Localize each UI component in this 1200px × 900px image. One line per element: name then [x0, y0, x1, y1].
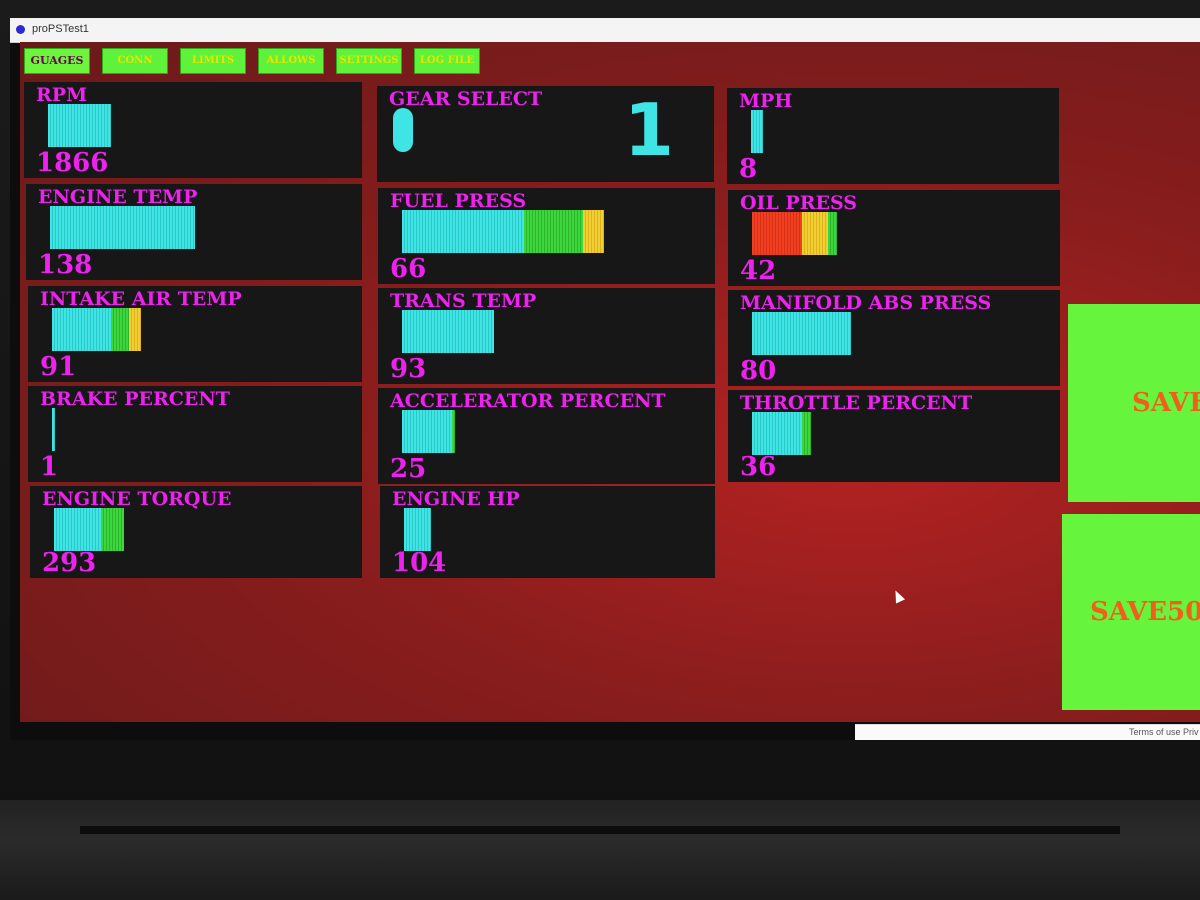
gauge-value: 93	[390, 354, 427, 384]
bar-segment-green	[452, 410, 455, 453]
gauge-label: ENGINE HP	[392, 488, 520, 510]
bar-segment-yellow	[129, 308, 141, 351]
gauge-bar	[54, 508, 124, 551]
bar-segment-cyan	[52, 308, 111, 351]
gauge-accelerator-percent: ACCELERATOR PERCENT 25	[378, 388, 715, 484]
bar-segment-cyan	[752, 312, 851, 355]
gauge-bar	[752, 212, 837, 255]
bar-segment-yellow	[583, 210, 604, 253]
gauge-mph: MPH 8	[727, 88, 1059, 184]
gear-indicator	[393, 108, 413, 152]
gauge-label: FUEL PRESS	[390, 190, 527, 212]
bar-segment-cyan	[52, 408, 55, 451]
gauge-bar	[402, 410, 455, 453]
gauge-bar	[752, 412, 811, 455]
gauge-value: 36	[740, 452, 777, 482]
privacy-link[interactable]: Priv	[1183, 727, 1199, 737]
gauge-label: ACCELERATOR PERCENT	[390, 390, 666, 412]
gauge-label: TRANS TEMP	[390, 290, 537, 312]
bar-segment-yellow	[802, 212, 828, 255]
app-window: proPSTest1 GUAGES CONN LIMITS ALLOWS SET…	[10, 18, 1200, 740]
laptop-base	[0, 800, 1200, 900]
gauge-value: 66	[390, 254, 427, 284]
gauge-label: THROTTLE PERCENT	[740, 392, 973, 414]
bar-segment-red	[752, 212, 802, 255]
gauge-intake-air-temp: INTAKE AIR TEMP 91	[28, 286, 362, 382]
gauge-label: ENGINE TORQUE	[42, 488, 232, 510]
gauge-rpm: RPM 1866	[24, 82, 362, 178]
tab-settings[interactable]: SETTINGS	[336, 48, 402, 74]
laptop-hinge	[80, 826, 1120, 834]
gauge-label: BRAKE PERCENT	[40, 388, 230, 410]
gauge-bar	[48, 104, 111, 147]
bar-segment-cyan	[54, 508, 101, 551]
terms-link[interactable]: Terms of use	[1129, 727, 1181, 737]
bar-segment-green	[828, 212, 837, 255]
gauge-manifold-abs-press: MANIFOLD ABS PRESS 80	[728, 290, 1060, 386]
bar-segment-cyan	[402, 310, 494, 353]
bar-segment-green	[802, 412, 811, 455]
gauge-label: ENGINE TEMP	[38, 186, 198, 208]
app-icon	[16, 25, 25, 34]
gauge-throttle-percent: THROTTLE PERCENT 36	[728, 390, 1060, 482]
gauge-brake-percent: BRAKE PERCENT 1	[28, 386, 362, 482]
gauge-label: MPH	[739, 90, 793, 112]
gauge-label: RPM	[36, 84, 88, 106]
gauge-engine-torque: ENGINE TORQUE 293	[30, 486, 362, 578]
gauge-engine-hp: ENGINE HP 104	[380, 486, 715, 578]
gear-value: 1	[623, 88, 674, 172]
gauge-value: 1	[40, 452, 59, 482]
gauge-value: 1866	[36, 148, 109, 178]
gauge-bar	[752, 312, 851, 355]
browser-footer: Terms of use Priv	[855, 724, 1200, 740]
gauge-value: 138	[38, 250, 93, 280]
tab-guages[interactable]: GUAGES	[24, 48, 90, 74]
gauge-fuel-press: FUEL PRESS 66	[378, 188, 715, 284]
gauge-bar	[402, 210, 604, 253]
gauge-value: 293	[42, 548, 97, 578]
gauge-value: 80	[740, 356, 777, 386]
gauge-bar	[404, 508, 431, 551]
title-bar: proPSTest1	[10, 18, 1200, 43]
gauge-value: 104	[392, 548, 447, 578]
tab-conn[interactable]: CONN	[102, 48, 168, 74]
window-title: proPSTest1	[32, 23, 89, 35]
gauge-bar	[402, 310, 494, 353]
gauge-engine-temp: ENGINE TEMP 138	[26, 184, 362, 280]
bar-segment-cyan	[402, 410, 452, 453]
bar-segment-cyan	[48, 104, 111, 147]
gauge-value: 42	[740, 256, 777, 286]
dashboard-canvas: GUAGES CONN LIMITS ALLOWS SETTINGS LOG F…	[20, 42, 1200, 722]
bar-segment-green	[111, 308, 129, 351]
save-button[interactable]: SAVE	[1068, 304, 1200, 502]
gauge-value: 25	[390, 454, 427, 484]
bar-segment-cyan	[752, 412, 802, 455]
bar-segment-green	[101, 508, 124, 551]
gauge-label: GEAR SELECT	[389, 88, 543, 110]
gauge-bar	[751, 110, 763, 153]
save50-button[interactable]: SAVE50	[1062, 514, 1200, 710]
gauge-label: MANIFOLD ABS PRESS	[740, 292, 992, 314]
gauge-value: 91	[40, 352, 77, 382]
tab-log-file[interactable]: LOG FILE	[414, 48, 480, 74]
gauge-oil-press: OIL PRESS 42	[728, 190, 1060, 286]
gauge-bar	[52, 408, 55, 451]
tab-allows[interactable]: ALLOWS	[258, 48, 324, 74]
gauge-label: INTAKE AIR TEMP	[40, 288, 242, 310]
gauge-value: 8	[739, 154, 758, 184]
bar-segment-green	[524, 210, 583, 253]
mouse-cursor-icon	[890, 588, 906, 604]
bar-segment-cyan	[751, 110, 763, 153]
tab-limits[interactable]: LIMITS	[180, 48, 246, 74]
gauge-gear-select: GEAR SELECT 1	[377, 86, 714, 182]
gauge-trans-temp: TRANS TEMP 93	[378, 288, 715, 384]
bar-segment-cyan	[404, 508, 431, 551]
gauge-bar	[52, 308, 141, 351]
bar-segment-cyan	[402, 210, 524, 253]
gauge-bar	[50, 206, 195, 249]
bar-segment-cyan	[50, 206, 195, 249]
gauge-label: OIL PRESS	[740, 192, 857, 214]
